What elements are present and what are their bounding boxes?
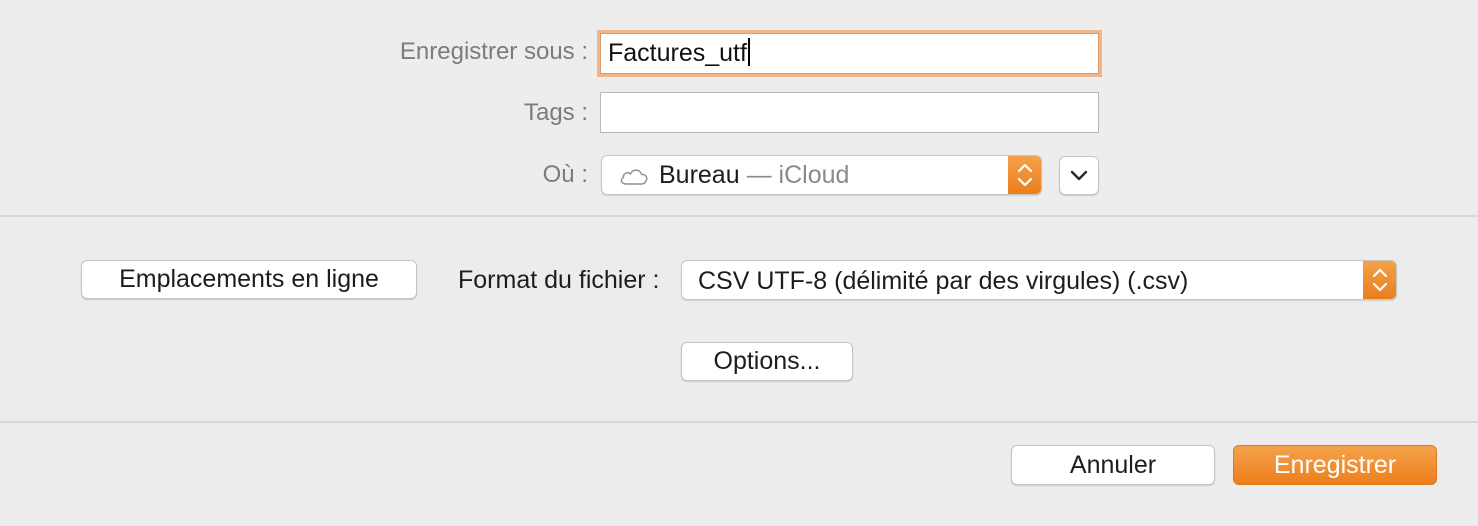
where-value: Bureau — iCloud <box>659 161 849 190</box>
tags-field[interactable] <box>600 92 1099 133</box>
where-location: Bureau <box>659 161 740 189</box>
file-format-stepper[interactable] <box>1363 261 1396 299</box>
save-button[interactable]: Enregistrer <box>1233 445 1437 485</box>
chevron-down-icon <box>1070 170 1088 181</box>
where-label: Où : <box>542 161 588 188</box>
text-caret <box>747 38 750 67</box>
save-dialog-header: Enregistrer sous : Factures_utf Tags : O… <box>0 0 1478 216</box>
file-format-label: Format du fichier : <box>458 266 660 294</box>
cancel-button[interactable]: Annuler <box>1011 445 1215 485</box>
where-separator: — <box>739 161 779 189</box>
where-service: iCloud <box>778 161 850 189</box>
file-format-popup[interactable]: CSV UTF-8 (délimité par des virgules) (.… <box>681 260 1397 300</box>
save-as-field[interactable]: Factures_utf <box>600 33 1099 74</box>
where-stepper[interactable] <box>1008 156 1041 194</box>
options-button[interactable]: Options... <box>681 342 853 381</box>
bottom-divider <box>0 421 1478 423</box>
where-popup[interactable]: Bureau — iCloud <box>601 155 1042 195</box>
up-down-arrows-icon <box>1372 268 1388 292</box>
top-divider <box>0 215 1478 217</box>
up-down-arrows-icon <box>1017 163 1033 187</box>
expand-button[interactable] <box>1059 156 1099 195</box>
online-locations-button[interactable]: Emplacements en ligne <box>81 260 417 299</box>
save-as-value: Factures_utf <box>608 39 747 67</box>
cloud-icon <box>618 166 650 191</box>
save-as-label: Enregistrer sous : <box>399 38 588 65</box>
tags-label: Tags : <box>523 99 588 126</box>
file-format-value: CSV UTF-8 (délimité par des virgules) (.… <box>698 267 1189 295</box>
